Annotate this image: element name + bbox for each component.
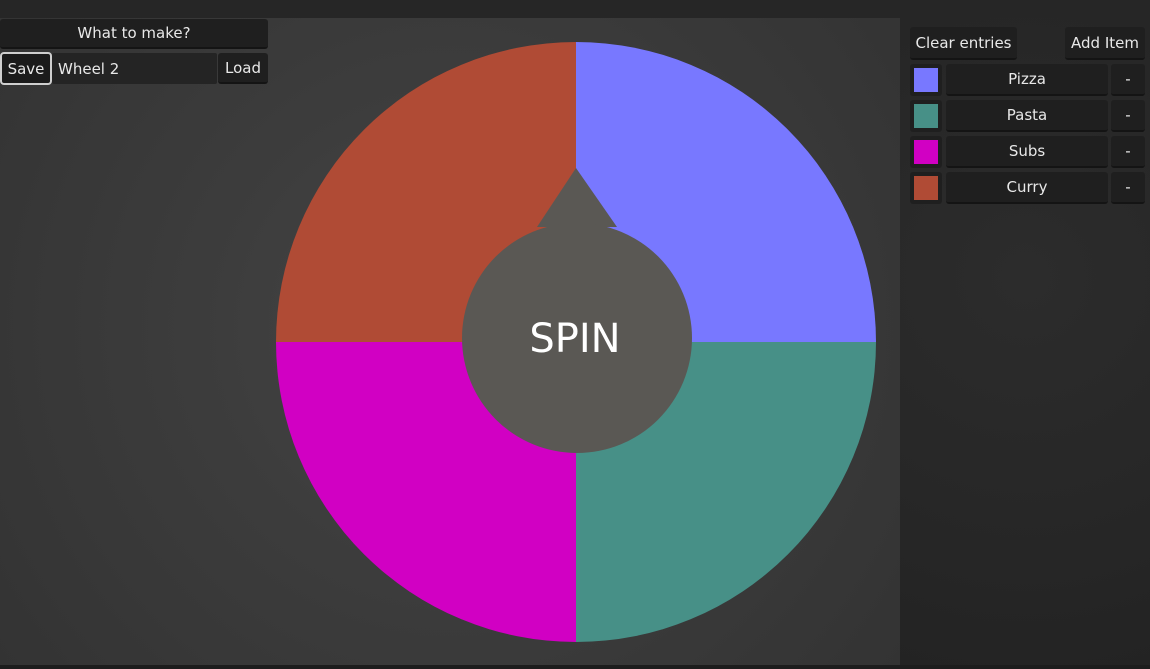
entry-row: Curry -: [910, 172, 1145, 206]
bottom-bar: [0, 665, 1150, 669]
remove-entry-button[interactable]: -: [1111, 100, 1145, 132]
entry-name-field[interactable]: Curry: [946, 172, 1108, 204]
color-swatch: [914, 140, 938, 164]
save-button[interactable]: Save: [0, 52, 52, 85]
color-picker[interactable]: [910, 136, 942, 168]
color-swatch: [914, 176, 938, 200]
entry-name-field[interactable]: Pasta: [946, 100, 1108, 132]
wheel-title-button[interactable]: What to make?: [0, 19, 268, 49]
color-swatch: [914, 68, 938, 92]
entry-name-field[interactable]: Pizza: [946, 64, 1108, 96]
entry-row: Pasta -: [910, 100, 1145, 134]
entry-row: Pizza -: [910, 64, 1145, 98]
color-swatch: [914, 104, 938, 128]
spin-label: SPIN: [529, 316, 620, 362]
entry-name-field[interactable]: Subs: [946, 136, 1108, 168]
color-picker[interactable]: [910, 64, 942, 96]
color-picker[interactable]: [910, 100, 942, 132]
color-picker[interactable]: [910, 172, 942, 204]
load-button[interactable]: Load: [218, 53, 268, 84]
remove-entry-button[interactable]: -: [1111, 64, 1145, 96]
entry-row: Subs -: [910, 136, 1145, 170]
spin-wheel[interactable]: SPIN: [0, 0, 900, 665]
clear-entries-button[interactable]: Clear entries: [910, 27, 1017, 60]
wheel-name-input[interactable]: Wheel 2: [52, 53, 217, 84]
remove-entry-button[interactable]: -: [1111, 172, 1145, 204]
add-item-button[interactable]: Add Item: [1065, 27, 1145, 60]
remove-entry-button[interactable]: -: [1111, 136, 1145, 168]
